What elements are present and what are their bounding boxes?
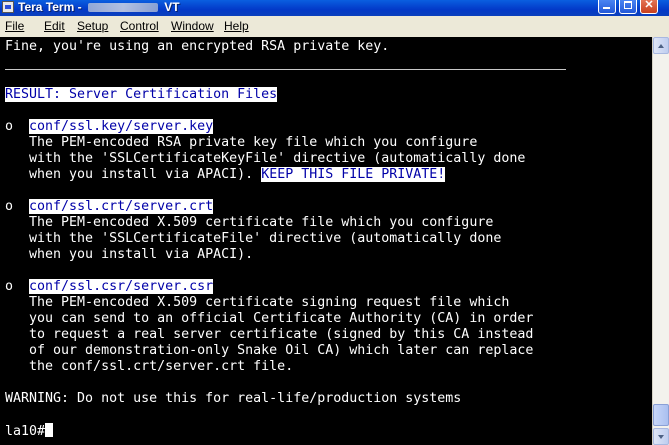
terminal-line: you can send to an official Certificate … [5,311,533,327]
terminal-text: The PEM-encoded RSA private key file whi… [5,135,478,150]
terminal-line: RESULT: Server Certification Files [5,87,278,103]
terminal-line: of our demonstration-only Snake Oil CA) … [5,343,533,359]
highlighted-text: conf/ssl.crt/server.crt [29,199,214,214]
title-bar[interactable]: Tera Term - VT ✕ [0,0,669,16]
terminal-text: when you install via APACI). [5,247,254,262]
menu-file[interactable]: File [5,19,24,33]
maximize-button[interactable] [619,0,637,14]
terminal-text: of our demonstration-only Snake Oil CA) … [5,343,534,358]
menu-window-label: Window [171,19,214,33]
terminal-text: with the 'SSLCertificateKeyFile' directi… [5,151,526,166]
menu-bar: File Edit Setup Control Window Help [0,16,669,37]
terminal-line: when you install via APACI). [5,247,253,263]
highlighted-text: RESULT: Server Certification Files [5,87,278,102]
terminal-line: la10# [5,423,54,439]
terminal-line: with the 'SSLCertificateFile' directive … [5,231,501,247]
menu-edit[interactable]: Edit [44,19,65,33]
terminal-text: o [5,279,30,294]
menu-help[interactable]: Help [224,19,249,33]
terminal-line: when you install via APACI). KEEP THIS F… [5,167,446,183]
highlighted-text: KEEP THIS FILE PRIVATE! [261,167,446,182]
menu-control[interactable]: Control [120,19,159,33]
close-button[interactable]: ✕ [640,0,658,14]
terminal-line: o conf/ssl.crt/server.crt [5,199,214,215]
terminal-line: o conf/ssl.csr/server.csr [5,279,214,295]
terminal-text: The PEM-encoded X.509 certificate file w… [5,215,494,230]
terminal-text: la10# [5,424,46,439]
menu-window[interactable]: Window [171,19,214,33]
menu-setup[interactable]: Setup [77,19,108,33]
minimize-button[interactable] [598,0,616,14]
highlighted-text: conf/ssl.key/server.key [29,119,214,134]
menu-control-label: Control [120,19,159,33]
menu-help-label: Help [224,19,249,33]
terminal-text: Fine, you're using an encrypted RSA priv… [5,39,390,54]
terminal-line: o conf/ssl.key/server.key [5,119,214,135]
terminal-text: with the 'SSLCertificateFile' directive … [5,231,502,246]
terminal-line: The PEM-encoded X.509 certificate signin… [5,295,509,311]
separator-line [5,69,566,70]
redacted-hostname [87,3,158,13]
terminal-line: the conf/ssl.crt/server.crt file. [5,359,293,375]
terminal-text: you can send to an official Certificate … [5,311,534,326]
terminal-text: to request a real server certificate (si… [5,327,534,342]
window-title-prefix: Tera Term - [18,0,85,14]
menu-setup-label: Setup [77,19,109,33]
scrollbar-thumb[interactable] [653,404,669,426]
terminal-text: o [5,199,30,214]
vertical-scrollbar[interactable] [652,37,669,445]
menu-edit-label: Edit [44,19,65,33]
terminal-screen[interactable]: Fine, you're using an encrypted RSA priv… [0,37,652,445]
terminal-text: The PEM-encoded X.509 certificate signin… [5,295,510,310]
scroll-down-arrow-icon[interactable] [653,428,669,445]
window-title: Tera Term - VT [18,0,180,14]
window-title-suffix: VT [160,0,180,14]
terminal-text: WARNING: Do not use this for real-life/p… [5,391,462,406]
terminal-cursor [45,423,54,437]
highlighted-text: conf/ssl.csr/server.csr [29,279,214,294]
terminal-line: to request a real server certificate (si… [5,327,533,343]
terminal-line: WARNING: Do not use this for real-life/p… [5,391,461,407]
scroll-up-arrow-icon[interactable] [653,37,669,54]
menu-file-label: File [5,19,25,33]
terminal-line: with the 'SSLCertificateKeyFile' directi… [5,151,525,167]
terminal-line: The PEM-encoded RSA private key file whi… [5,135,477,151]
terminal-line: The PEM-encoded X.509 certificate file w… [5,215,493,231]
terminal-text: the conf/ssl.crt/server.crt file. [5,359,294,374]
teraterm-app-icon[interactable] [2,1,14,13]
terminal-text: o [5,119,30,134]
terminal-text: when you install via APACI). [5,167,262,182]
terminal-line: Fine, you're using an encrypted RSA priv… [5,39,389,55]
